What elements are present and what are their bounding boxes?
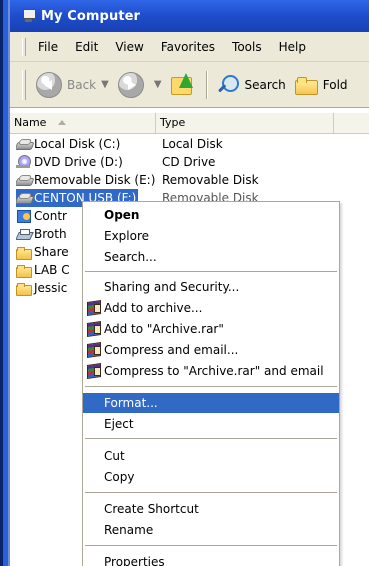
back-dropdown-arrow-icon[interactable]: ▼ — [101, 79, 109, 90]
usb-drive-icon — [16, 191, 32, 205]
context-format[interactable]: Format... — [83, 393, 339, 413]
item-name: Contr — [34, 209, 67, 223]
context-menu-separator — [85, 492, 337, 493]
forward-button[interactable]: ▼ — [117, 68, 171, 102]
drive-name: DVD Drive (D:) — [34, 155, 123, 169]
column-headers: Name Type — [10, 112, 369, 134]
context-cut[interactable]: Cut — [83, 446, 339, 466]
context-compress-and-email[interactable]: Compress and email... — [83, 340, 339, 360]
context-add-to-archive[interactable]: Add to archive... — [83, 298, 339, 318]
context-sharing-security[interactable]: Sharing and Security... — [83, 277, 339, 297]
drive-name: Local Disk (C:) — [34, 137, 121, 151]
winrar-icon — [86, 342, 101, 357]
context-open[interactable]: Open — [83, 205, 339, 225]
folder-icon — [16, 245, 32, 260]
table-row[interactable]: Local Disk (C:) Local Disk — [10, 135, 369, 153]
context-rename[interactable]: Rename — [83, 520, 339, 540]
folder-icon — [16, 281, 32, 296]
context-properties[interactable]: Properties — [83, 552, 339, 566]
context-copy[interactable]: Copy — [83, 467, 339, 487]
search-label: Search — [244, 77, 286, 92]
toolbar-grip-icon — [22, 69, 26, 100]
menu-favorites[interactable]: Favorites — [161, 40, 215, 54]
context-menu-separator — [85, 271, 337, 272]
printer-icon — [16, 227, 32, 241]
forward-dropdown-arrow-icon[interactable]: ▼ — [154, 79, 162, 90]
search-button[interactable]: Search — [218, 68, 286, 102]
title-bar[interactable]: My Computer — [10, 0, 369, 32]
computer-icon — [22, 8, 36, 24]
forward-arrow-icon — [117, 71, 144, 98]
type-column-label: Type — [160, 116, 186, 129]
drive-name-cell[interactable]: Removable Disk (E:) — [16, 171, 155, 189]
folders-button[interactable]: Fold — [294, 68, 348, 102]
context-menu-separator — [85, 438, 337, 439]
removable-disk-icon — [16, 173, 32, 187]
item-name-cell[interactable]: Broth — [16, 225, 67, 243]
context-create-shortcut[interactable]: Create Shortcut — [83, 499, 339, 519]
search-icon — [218, 73, 241, 96]
item-name: Jessic — [34, 281, 68, 295]
context-add-to-archive-label: Add to archive... — [104, 301, 203, 315]
back-button[interactable]: Back ▼ — [36, 68, 118, 102]
type-column-header[interactable]: Type — [156, 113, 334, 134]
item-name: Share — [34, 245, 69, 259]
table-row[interactable]: Removable Disk (E:) Removable Disk — [10, 171, 369, 189]
context-add-to-archive-rar[interactable]: Add to "Archive.rar" — [83, 319, 339, 339]
drive-name-cell[interactable]: DVD Drive (D:) — [16, 153, 123, 171]
drive-name: Removable Disk (E:) — [34, 173, 156, 187]
menu-bar-grip-icon — [22, 37, 26, 56]
context-menu-separator — [85, 545, 337, 546]
context-explore[interactable]: Explore — [83, 226, 339, 246]
window-title: My Computer — [41, 8, 141, 24]
drive-type: Removable Disk — [162, 173, 259, 187]
item-name: Broth — [34, 227, 67, 241]
sort-ascending-icon — [58, 120, 66, 125]
standard-toolbar: Back ▼ ▼ Search Fold — [10, 62, 369, 108]
context-compress-archive-rar-email-label: Compress to "Archive.rar" and email — [104, 364, 324, 378]
table-row[interactable]: DVD Drive (D:) CD Drive — [10, 153, 369, 171]
back-arrow-icon — [36, 71, 62, 98]
up-folder-icon[interactable] — [170, 72, 196, 97]
menu-tools[interactable]: Tools — [232, 40, 262, 54]
my-computer-window: My Computer File Edit View Favorites Too… — [0, 0, 369, 566]
context-search[interactable]: Search... — [83, 247, 339, 267]
control-panel-icon — [16, 209, 32, 223]
menu-file[interactable]: File — [38, 40, 58, 54]
folders-icon — [294, 76, 318, 95]
drive-type: Local Disk — [162, 137, 223, 151]
back-label: Back — [67, 77, 97, 92]
item-name-cell[interactable]: Share — [16, 243, 69, 261]
folder-icon — [16, 263, 32, 278]
context-compress-archive-rar-email[interactable]: Compress to "Archive.rar" and email — [83, 361, 339, 381]
menu-bar: File Edit View Favorites Tools Help — [10, 32, 369, 62]
winrar-icon — [86, 321, 101, 336]
menu-view[interactable]: View — [115, 40, 143, 54]
menu-edit[interactable]: Edit — [75, 40, 98, 54]
folders-label: Fold — [322, 77, 348, 92]
name-column-header[interactable]: Name — [10, 113, 156, 134]
extra-column-header[interactable] — [334, 113, 369, 134]
drive-type: CD Drive — [162, 155, 216, 169]
winrar-icon — [86, 300, 101, 315]
item-name-cell[interactable]: LAB C — [16, 261, 70, 279]
drive-name-cell[interactable]: Local Disk (C:) — [16, 135, 120, 153]
item-name-cell[interactable]: Jessic — [16, 279, 67, 297]
name-column-label: Name — [14, 116, 47, 129]
winrar-icon — [86, 363, 101, 378]
window-left-border — [0, 0, 10, 566]
dvd-drive-icon — [16, 155, 32, 169]
drive-context-menu: Open Explore Search... Sharing and Secur… — [82, 201, 340, 566]
item-name-cell[interactable]: Contr — [16, 207, 67, 225]
toolbar-divider — [205, 70, 208, 99]
context-eject[interactable]: Eject — [83, 414, 339, 434]
local-disk-icon — [16, 137, 32, 151]
menu-help[interactable]: Help — [279, 40, 306, 54]
item-name: LAB C — [34, 263, 70, 277]
context-menu-separator — [85, 386, 337, 387]
context-add-to-archive-rar-label: Add to "Archive.rar" — [104, 322, 224, 336]
context-compress-and-email-label: Compress and email... — [104, 343, 239, 357]
